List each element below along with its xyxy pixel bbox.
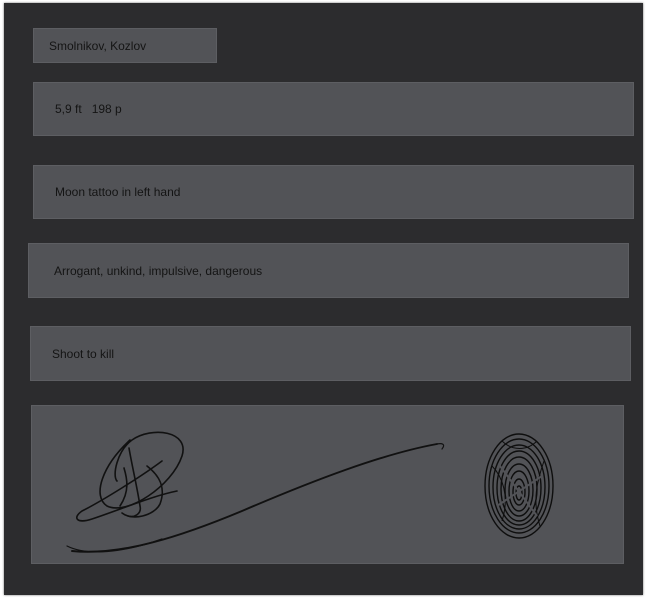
orders-text: Shoot to kill xyxy=(52,346,115,361)
measurements-field: 5,9 ft 198 p xyxy=(33,82,634,136)
traits-text: Arrogant, unkind, impulsive, dangerous xyxy=(54,263,263,278)
marks-text: Moon tattoo in left hand xyxy=(55,185,181,199)
dossier-card: Smolnikov, Kozlov 5,9 ft 198 p Moon tatt… xyxy=(4,3,643,595)
names-text: Smolnikov, Kozlov xyxy=(49,38,147,53)
orders-field: Shoot to kill xyxy=(30,326,631,381)
traits-field: Arrogant, unkind, impulsive, dangerous xyxy=(28,243,629,298)
signature-field xyxy=(31,405,624,564)
names-field: Smolnikov, Kozlov xyxy=(33,28,217,63)
weight-text: 198 p xyxy=(91,102,122,116)
fingerprint-icon xyxy=(484,433,554,539)
distinguishing-marks-field: Moon tattoo in left hand xyxy=(33,165,634,219)
height-text: 5,9 ft xyxy=(55,102,82,116)
